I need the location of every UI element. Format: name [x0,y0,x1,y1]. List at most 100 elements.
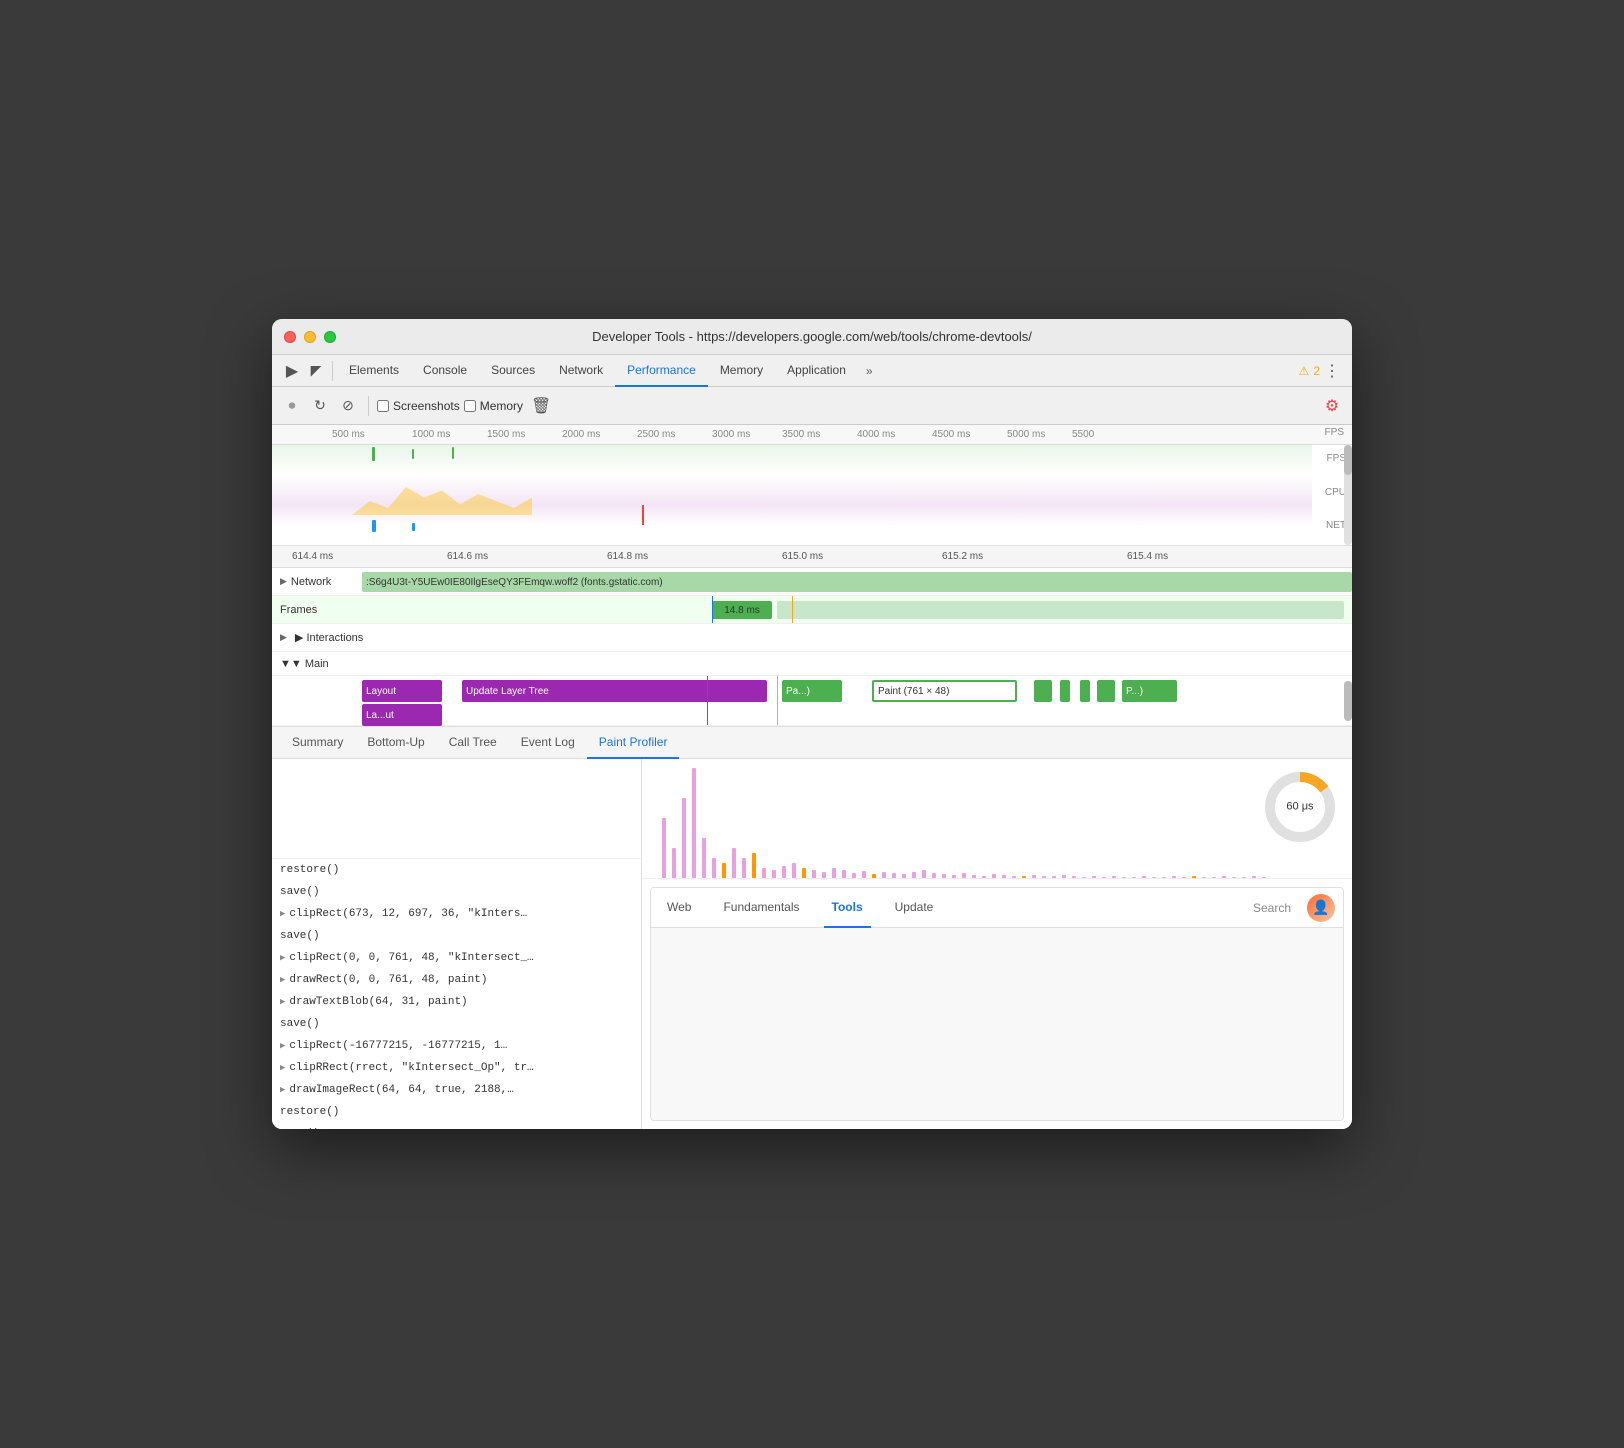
histogram-bar [1202,877,1206,878]
chart-bg [272,445,1312,545]
paint-right-panel: 60 μs Web Fundamentals Tools Update Sear… [642,759,1352,1129]
cmd-cliprrect-1-text: clipRRect(rrect, "kIntersect_Op", tr… [289,1062,533,1074]
task-small-4[interactable] [1097,680,1115,702]
detail-scrollbar[interactable] [1344,681,1352,721]
cmd-drawimagerect-1-arrow: ▶ [280,1085,285,1095]
settings-button[interactable]: ⚙ [1320,394,1344,418]
histogram-bar [962,873,966,878]
histogram-bar [742,858,746,878]
frames-label-text: Frames [280,604,317,616]
cmd-save-4[interactable]: save() [272,1123,641,1129]
tab-elements[interactable]: Elements [337,355,411,387]
histogram-bar [1222,876,1226,878]
record-button[interactable]: ⏺ [280,394,304,418]
dtick-4: 615.0 ms [782,551,823,562]
histogram-bar [892,873,896,878]
histogram-bar [802,868,806,878]
interactions-content[interactable] [363,624,1352,651]
network-label: ▶ Network [272,576,362,588]
main-tasks-content[interactable]: Layout Update Layer Tree Pa...) Paint (7… [362,676,1344,725]
inspect-icon[interactable]: ▶ [280,359,304,383]
screenshots-label: Screenshots [393,399,460,413]
tab-sources[interactable]: Sources [479,355,547,387]
histogram-bar [692,768,696,878]
task-paint-main[interactable]: Paint (761 × 48) [872,680,1017,702]
tab-summary[interactable]: Summary [280,727,355,759]
memory-group: Memory [464,399,523,413]
main-label-text: ▼ Main [291,658,329,670]
paint-commands-list[interactable]: restore() save() ▶ clipRect(673, 12, 697… [272,759,642,1129]
network-url: :S6g4U3t-Y5UEw0IE80IlgEseQY3FEmqw.woff2 … [366,577,663,588]
timeline-scrollbar-thumb[interactable] [1344,445,1352,475]
task-small-1[interactable] [1034,680,1052,702]
histogram-bar [1072,876,1076,878]
cmd-save-2[interactable]: save() [272,925,641,947]
cmd-drawrect-1[interactable]: ▶ drawRect(0, 0, 761, 48, paint) [272,969,641,991]
timeline-charts-area[interactable]: FPS CPU NET [272,445,1352,545]
histogram-bar [1032,875,1036,878]
frames-content[interactable]: 14.8 ms [362,596,1352,623]
network-bar: :S6g4U3t-Y5UEw0IE80IlgEseQY3FEmqw.woff2 … [362,572,1352,592]
device-icon[interactable]: ◤ [304,359,328,383]
task-layout[interactable]: Layout [362,680,442,702]
screenshots-checkbox[interactable] [377,400,389,412]
maximize-button[interactable] [324,331,336,343]
tick-5500: 5500 [1072,429,1094,440]
close-button[interactable] [284,331,296,343]
clear-button[interactable]: ⊘ [336,394,360,418]
tab-memory[interactable]: Memory [708,355,775,387]
minimize-button[interactable] [304,331,316,343]
task-small-3[interactable] [1080,680,1090,702]
tab-application[interactable]: Application [775,355,858,387]
cmd-restore-1[interactable]: restore() [272,859,641,881]
network-content[interactable]: :S6g4U3t-Y5UEw0IE80IlgEseQY3FEmqw.woff2 … [362,568,1352,595]
cmd-drawimagerect-1[interactable]: ▶ drawImageRect(64, 64, true, 2188,… [272,1079,641,1101]
memory-checkbox[interactable] [464,400,476,412]
histogram-bar [732,848,736,878]
cmd-cliprect-2[interactable]: ▶ clipRect(0, 0, 761, 48, "kIntersect_… [272,947,641,969]
task-update-layer-tree[interactable]: Update Layer Tree [462,680,767,702]
detail-scrollbar-thumb[interactable] [1344,681,1352,721]
cmd-cliprect-3[interactable]: ▶ clipRect(-16777215, -16777215, 1… [272,1035,641,1057]
tab-network[interactable]: Network [547,355,615,387]
main-tasks-track[interactable]: Layout Update Layer Tree Pa...) Paint (7… [272,676,1352,726]
histogram-bar [1192,876,1196,878]
cmd-drawtextblob-1-text: drawTextBlob(64, 31, paint) [289,996,467,1008]
cmd-save-3[interactable]: save() [272,1013,641,1035]
cmd-restore-2[interactable]: restore() [272,1101,641,1123]
histogram-bar [932,873,936,878]
timeline-detail: 614.4 ms 614.6 ms 614.8 ms 615.0 ms 615.… [272,546,1352,727]
task-layout-sub[interactable]: La...ut [362,704,442,726]
paint-histogram [272,759,641,859]
sep1 [332,361,333,381]
cmd-drawtextblob-1[interactable]: ▶ drawTextBlob(64, 31, paint) [272,991,641,1013]
tab-paint-profiler[interactable]: Paint Profiler [587,727,680,759]
cmd-cliprect-1[interactable]: ▶ clipRect(673, 12, 697, 36, "kInters… [272,903,641,925]
mini-tab-web[interactable]: Web [659,888,699,928]
cpu-side-label: CPU [1325,487,1346,498]
user-avatar[interactable]: 👤 [1307,894,1335,922]
main-arrow: ▼ [280,658,291,670]
tab-bottom-up[interactable]: Bottom-Up [355,727,436,759]
mini-tab-search[interactable]: Search [1253,901,1291,915]
cmd-cliprrect-1[interactable]: ▶ clipRRect(rrect, "kIntersect_Op", tr… [272,1057,641,1079]
devtools-menu-button[interactable]: ⋮ [1320,359,1344,383]
tab-console[interactable]: Console [411,355,479,387]
task-small-2[interactable] [1060,680,1070,702]
clear-recording-button[interactable]: 🗑 [531,396,551,416]
tab-event-log[interactable]: Event Log [509,727,587,759]
histogram-bar [1242,877,1246,878]
mini-tab-fundamentals[interactable]: Fundamentals [715,888,807,928]
mini-tab-tools[interactable]: Tools [824,888,871,928]
tab-performance[interactable]: Performance [615,355,708,387]
task-paint-3[interactable]: P...) [1122,680,1177,702]
net-bar-1 [372,520,376,532]
task-paint-1[interactable]: Pa...) [782,680,842,702]
cmd-save-1[interactable]: save() [272,881,641,903]
mini-tab-update[interactable]: Update [887,888,942,928]
mini-browser-nav: Web Fundamentals Tools Update Search 👤 [651,888,1343,928]
reload-button[interactable]: ↻ [308,394,332,418]
more-tabs-button[interactable]: » [858,364,881,378]
timeline-scrollbar[interactable] [1344,445,1352,545]
tab-call-tree[interactable]: Call Tree [437,727,509,759]
